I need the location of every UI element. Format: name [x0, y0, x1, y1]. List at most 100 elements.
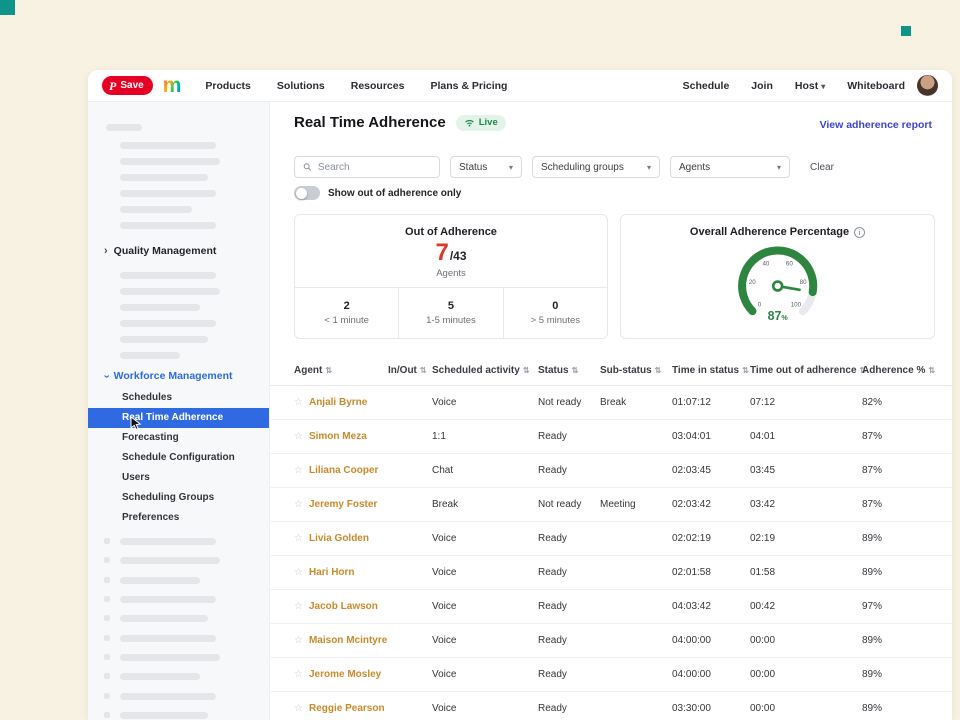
sidebar-item-label: Workforce Management — [114, 370, 233, 382]
nav-item-resources[interactable]: Resources — [351, 80, 405, 92]
scheduled-activity-cell: Voice — [432, 635, 538, 646]
skeleton-bar — [120, 174, 208, 181]
adherence-buckets: 2< 1 minute51-5 minutes0> 5 minutes — [295, 287, 607, 338]
status-cell: Ready — [538, 635, 600, 646]
agent-cell: ☆ Anjali Byrne — [294, 397, 388, 408]
filter-dropdown-agents[interactable]: Agents▾ — [670, 156, 790, 178]
skeleton-bar — [120, 352, 180, 359]
column-header-sub-status[interactable]: Sub-status⇅ — [600, 365, 672, 376]
chevron-down-icon: ▾ — [777, 163, 781, 172]
inout-cell — [388, 703, 432, 714]
scheduled-activity-cell: Voice — [432, 397, 538, 408]
table-row: ☆Jerome MosleyVoiceReady04:00:0000:0089% — [270, 658, 952, 692]
info-icon[interactable]: i — [854, 227, 865, 238]
app-window: P Save m Products Solutions Resources Plans… — [88, 70, 952, 720]
agent-name-link[interactable]: Jacob Lawson — [309, 601, 378, 612]
sidebar-item-schedule-configuration[interactable]: Schedule Configuration — [88, 448, 269, 468]
agent-name-link[interactable]: Reggie Pearson — [309, 703, 385, 714]
skeleton-dot — [104, 596, 110, 602]
agent-name-link[interactable]: Hari Horn — [309, 567, 355, 578]
sidebar-item-scheduling-groups[interactable]: Scheduling Groups — [88, 488, 269, 508]
column-header-time-out-of-adherence[interactable]: Time out of adherence⇅ — [750, 365, 862, 376]
nav-item-whiteboard[interactable]: Whiteboard — [847, 80, 905, 92]
scheduled-activity-cell: Voice — [432, 669, 538, 680]
nav-item-join[interactable]: Join — [751, 80, 773, 92]
agent-cell: ☆ Jerome Mosley — [294, 669, 388, 680]
adherence-bucket: 2< 1 minute — [295, 288, 398, 338]
nav-item-host[interactable]: Host▾ — [795, 80, 825, 92]
scheduled-activity-cell: Break — [432, 499, 538, 510]
nav-item-schedule[interactable]: Schedule — [683, 80, 730, 92]
sort-icon: ⇅ — [325, 366, 332, 375]
adherence-cell: 89% — [862, 703, 952, 714]
live-badge-label: Live — [479, 117, 498, 128]
column-header-time-in-status[interactable]: Time in status⇅ — [672, 365, 750, 376]
nav-left-items: Products Solutions Resources Plans & Pricin… — [205, 80, 507, 92]
star-icon[interactable]: ☆ — [294, 397, 303, 408]
skeleton-dot — [104, 615, 110, 621]
agent-name-link[interactable]: Simon Meza — [309, 431, 367, 442]
table-row: ☆Livia GoldenVoiceReady02:02:1902:1989% — [270, 522, 952, 556]
bucket-value: 5 — [448, 300, 454, 312]
star-icon[interactable]: ☆ — [294, 465, 303, 476]
skeleton-bar — [120, 206, 192, 213]
scheduled-activity-cell: 1:1 — [432, 431, 538, 442]
star-icon[interactable]: ☆ — [294, 669, 303, 680]
sidebar-item-workforce-management[interactable]: › Workforce Management — [104, 370, 233, 382]
star-icon[interactable]: ☆ — [294, 703, 303, 714]
nav-item-products[interactable]: Products — [205, 80, 251, 92]
sidebar-item-schedules[interactable]: Schedules — [88, 388, 269, 408]
agent-name-link[interactable]: Maison Mcintyre — [309, 635, 387, 646]
status-cell: Ready — [538, 465, 600, 476]
pinterest-save-button[interactable]: P Save — [102, 76, 153, 95]
sidebar-item-users[interactable]: Users — [88, 468, 269, 488]
column-header-agent[interactable]: Agent⇅ — [294, 365, 388, 376]
adherence-cell: 89% — [862, 533, 952, 544]
agent-name-link[interactable]: Anjali Byrne — [309, 397, 367, 408]
star-icon[interactable]: ☆ — [294, 499, 303, 510]
skeleton-bar — [120, 336, 208, 343]
time-in-status-cell: 03:04:01 — [672, 431, 750, 442]
nav-item-plans-pricing[interactable]: Plans & Pricing — [430, 80, 507, 92]
search-input[interactable] — [318, 162, 431, 173]
star-icon[interactable]: ☆ — [294, 431, 303, 442]
time-out-of-adherence-cell: 07:12 — [750, 397, 862, 408]
filter-dropdown-scheduling-groups[interactable]: Scheduling groups▾ — [532, 156, 660, 178]
filter-dropdown-status[interactable]: Status▾ — [450, 156, 522, 178]
nav-item-solutions[interactable]: Solutions — [277, 80, 325, 92]
out-of-adherence-toggle[interactable] — [294, 186, 320, 200]
agent-cell: ☆ Liliana Cooper — [294, 465, 388, 476]
inout-cell — [388, 431, 432, 442]
view-adherence-report-link[interactable]: View adherence report — [820, 119, 932, 131]
user-avatar[interactable] — [917, 75, 938, 96]
decor-square-top-right — [901, 26, 911, 36]
agent-name-link[interactable]: Jeremy Foster — [309, 499, 377, 510]
star-icon[interactable]: ☆ — [294, 635, 303, 646]
sort-icon: ⇅ — [420, 366, 427, 375]
sidebar-item-forecasting[interactable]: Forecasting — [88, 428, 269, 448]
decor-square-top-left — [0, 0, 15, 15]
agent-cell: ☆ Jeremy Foster — [294, 499, 388, 510]
time-out-of-adherence-cell: 01:58 — [750, 567, 862, 578]
agent-name-link[interactable]: Jerome Mosley — [309, 669, 381, 680]
brand-logo[interactable]: m — [163, 75, 182, 96]
sort-icon: ⇅ — [742, 366, 749, 375]
column-header-scheduled-activity[interactable]: Scheduled activity⇅ — [432, 365, 538, 376]
sidebar-item-preferences[interactable]: Preferences — [88, 508, 269, 528]
column-header-in-out[interactable]: In/Out⇅ — [388, 365, 432, 376]
skeleton-bar — [120, 190, 216, 197]
main-content: Real Time Adherence Live View adherence … — [270, 102, 952, 720]
agent-name-link[interactable]: Livia Golden — [309, 533, 369, 544]
column-header-adherence[interactable]: Adherence %⇅ — [862, 365, 952, 376]
time-in-status-cell: 03:30:00 — [672, 703, 750, 714]
skeleton-dot — [104, 693, 110, 699]
column-header-status[interactable]: Status⇅ — [538, 365, 600, 376]
clear-filters-button[interactable]: Clear — [810, 162, 834, 173]
sidebar-item-quality-management[interactable]: › Quality Management — [104, 245, 216, 257]
star-icon[interactable]: ☆ — [294, 533, 303, 544]
sidebar-item-real-time-adherence[interactable]: Real Time Adherence — [88, 408, 269, 428]
star-icon[interactable]: ☆ — [294, 601, 303, 612]
agent-name-link[interactable]: Liliana Cooper — [309, 465, 378, 476]
star-icon[interactable]: ☆ — [294, 567, 303, 578]
time-out-of-adherence-cell: 00:42 — [750, 601, 862, 612]
